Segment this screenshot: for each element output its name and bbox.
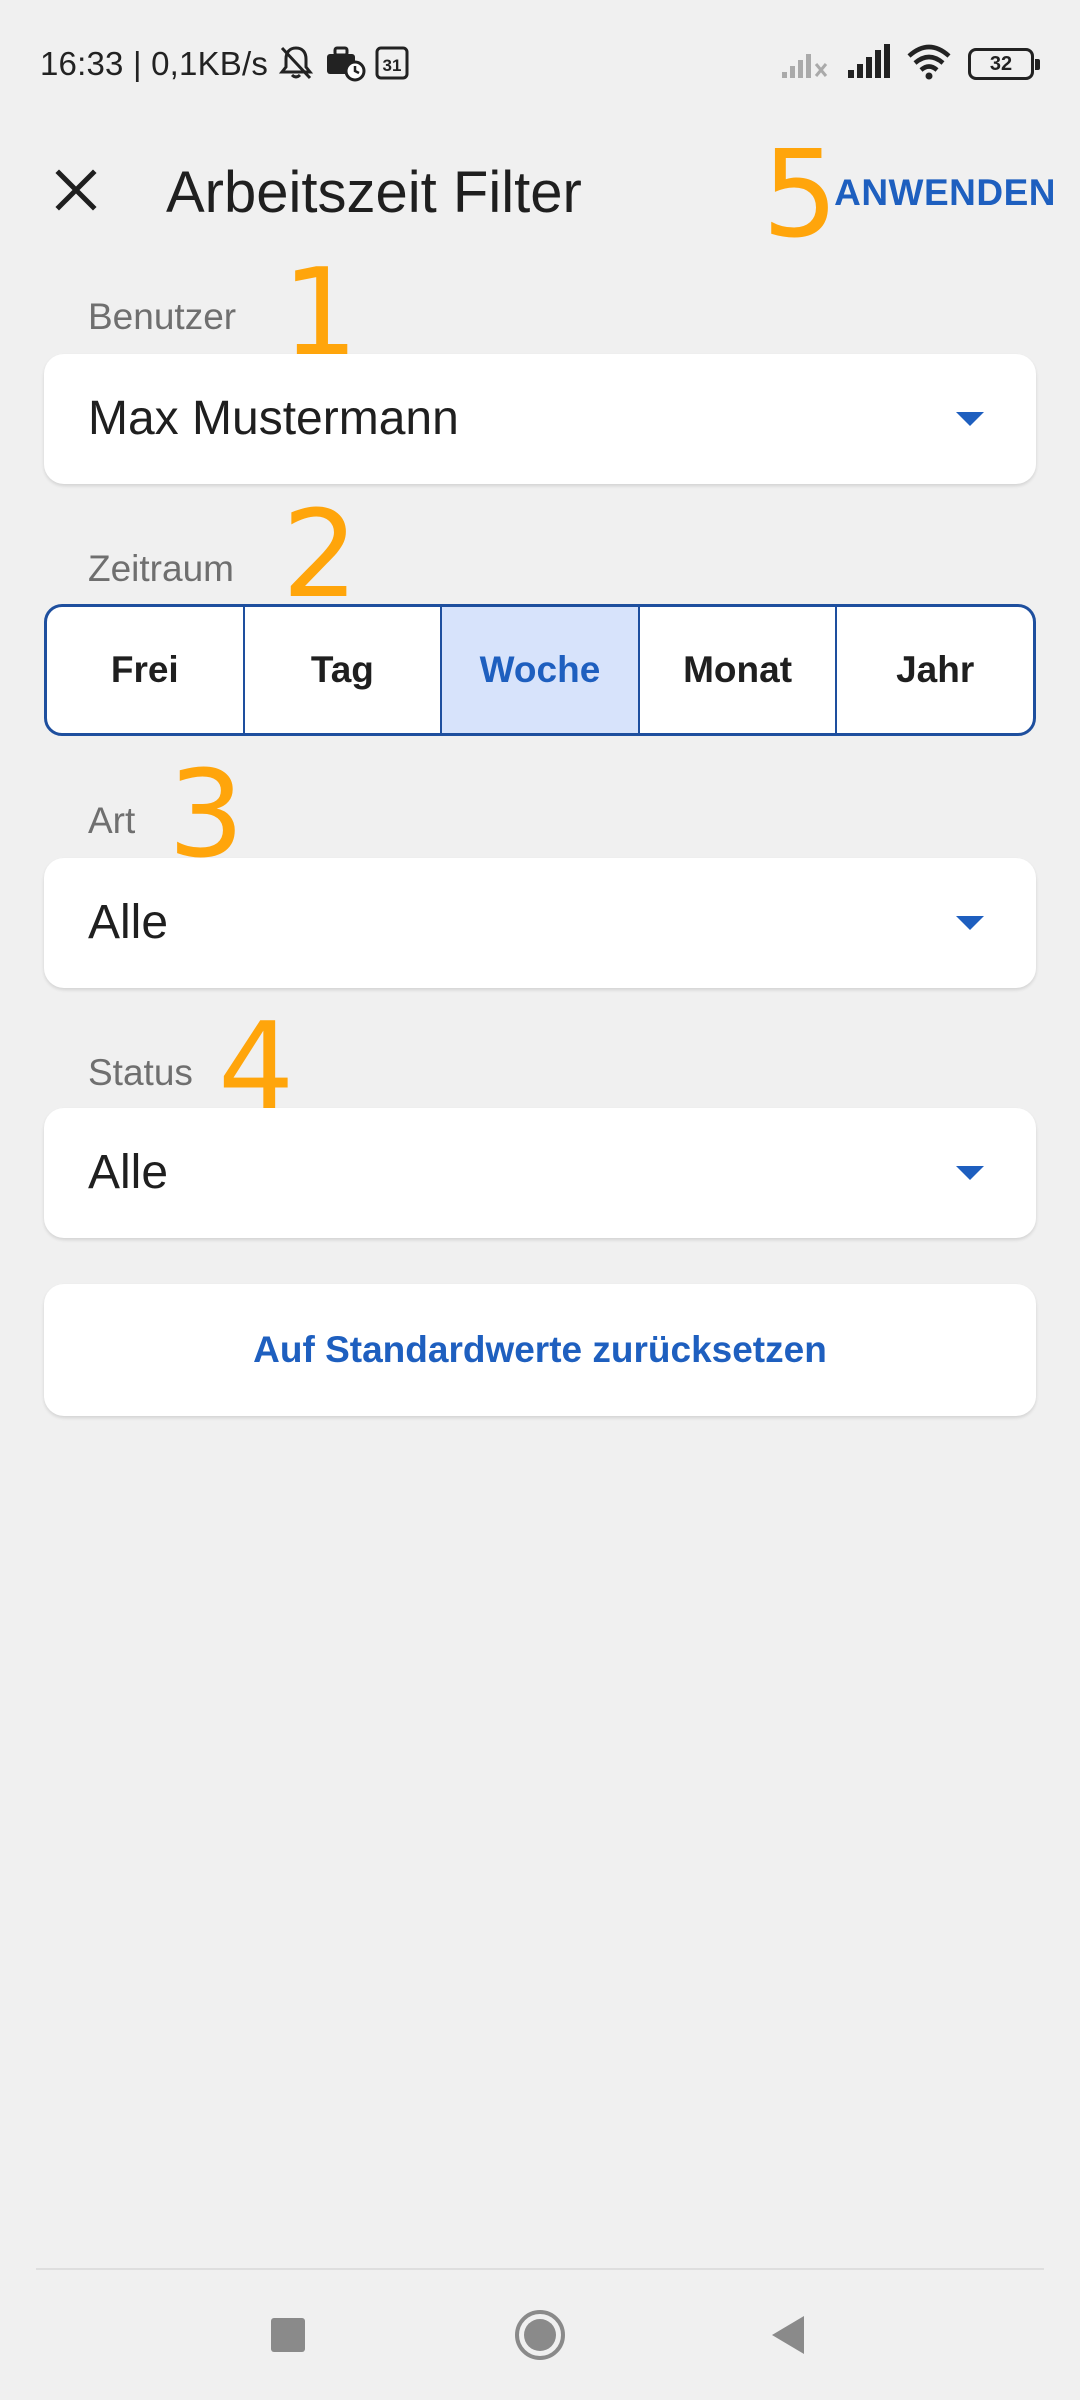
calendar-day: 31 xyxy=(383,56,402,75)
status-label: Status xyxy=(88,1052,193,1093)
period-option-monat[interactable]: Monat xyxy=(640,607,838,733)
app-bar: Arbeitszeit Filter ANWENDEN xyxy=(0,130,1080,254)
period-option-jahr[interactable]: Jahr xyxy=(837,607,1033,733)
apply-button[interactable]: ANWENDEN xyxy=(834,168,1056,218)
period-option-woche[interactable]: Woche xyxy=(442,607,640,733)
filter-screen: 16:33 | 0,1KB/s 31 32 Arbeitszeit Filter… xyxy=(0,0,1080,2400)
type-label: Art xyxy=(88,800,136,841)
annotation-5: 5 xyxy=(762,126,839,265)
period-option-frei[interactable]: Frei xyxy=(47,607,245,733)
close-icon xyxy=(55,169,97,211)
back-icon xyxy=(772,2316,804,2354)
signal-off-icon xyxy=(780,44,830,85)
home-icon xyxy=(515,2310,565,2360)
battery-level: 32 xyxy=(989,52,1013,75)
close-button[interactable] xyxy=(44,158,108,222)
user-dropdown[interactable]: Max Mustermann xyxy=(44,354,1036,484)
home-button[interactable] xyxy=(480,2270,600,2400)
calendar-icon: 31 xyxy=(374,43,410,86)
period-option-tag[interactable]: Tag xyxy=(245,607,443,733)
signal-icon xyxy=(846,43,890,85)
dropdown-arrow-icon xyxy=(956,412,984,426)
reset-defaults-button[interactable]: Auf Standardwerte zurücksetzen xyxy=(44,1284,1036,1416)
dropdown-arrow-icon xyxy=(956,916,984,930)
status-value: Alle xyxy=(88,1146,169,1199)
status-time-speed: 16:33 | 0,1KB/s xyxy=(40,45,269,82)
dropdown-arrow-icon xyxy=(956,1166,984,1180)
status-bar: 16:33 | 0,1KB/s 31 32 xyxy=(0,0,1080,130)
recents-icon xyxy=(271,2318,305,2352)
status-dropdown[interactable]: Alle xyxy=(44,1108,1036,1238)
period-segmented-control: Frei Tag Woche Monat Jahr xyxy=(44,604,1036,736)
type-dropdown[interactable]: Alle xyxy=(44,858,1036,988)
annotation-2: 2 xyxy=(282,486,359,625)
type-value: Alle xyxy=(88,896,169,949)
mute-icon xyxy=(276,42,316,87)
user-label: Benutzer xyxy=(88,296,237,337)
status-left: 16:33 | 0,1KB/s 31 xyxy=(40,44,410,84)
briefcase-clock-icon xyxy=(324,42,366,87)
user-value: Max Mustermann xyxy=(88,392,459,445)
page-title: Arbeitszeit Filter xyxy=(166,160,582,225)
status-right: 32 xyxy=(780,42,1040,86)
battery-icon: 32 xyxy=(968,48,1040,80)
back-button[interactable] xyxy=(728,2270,848,2400)
navigation-bar xyxy=(0,2270,1080,2400)
recents-button[interactable] xyxy=(228,2270,348,2400)
wifi-icon xyxy=(906,44,952,85)
period-label: Zeitraum xyxy=(88,548,234,589)
